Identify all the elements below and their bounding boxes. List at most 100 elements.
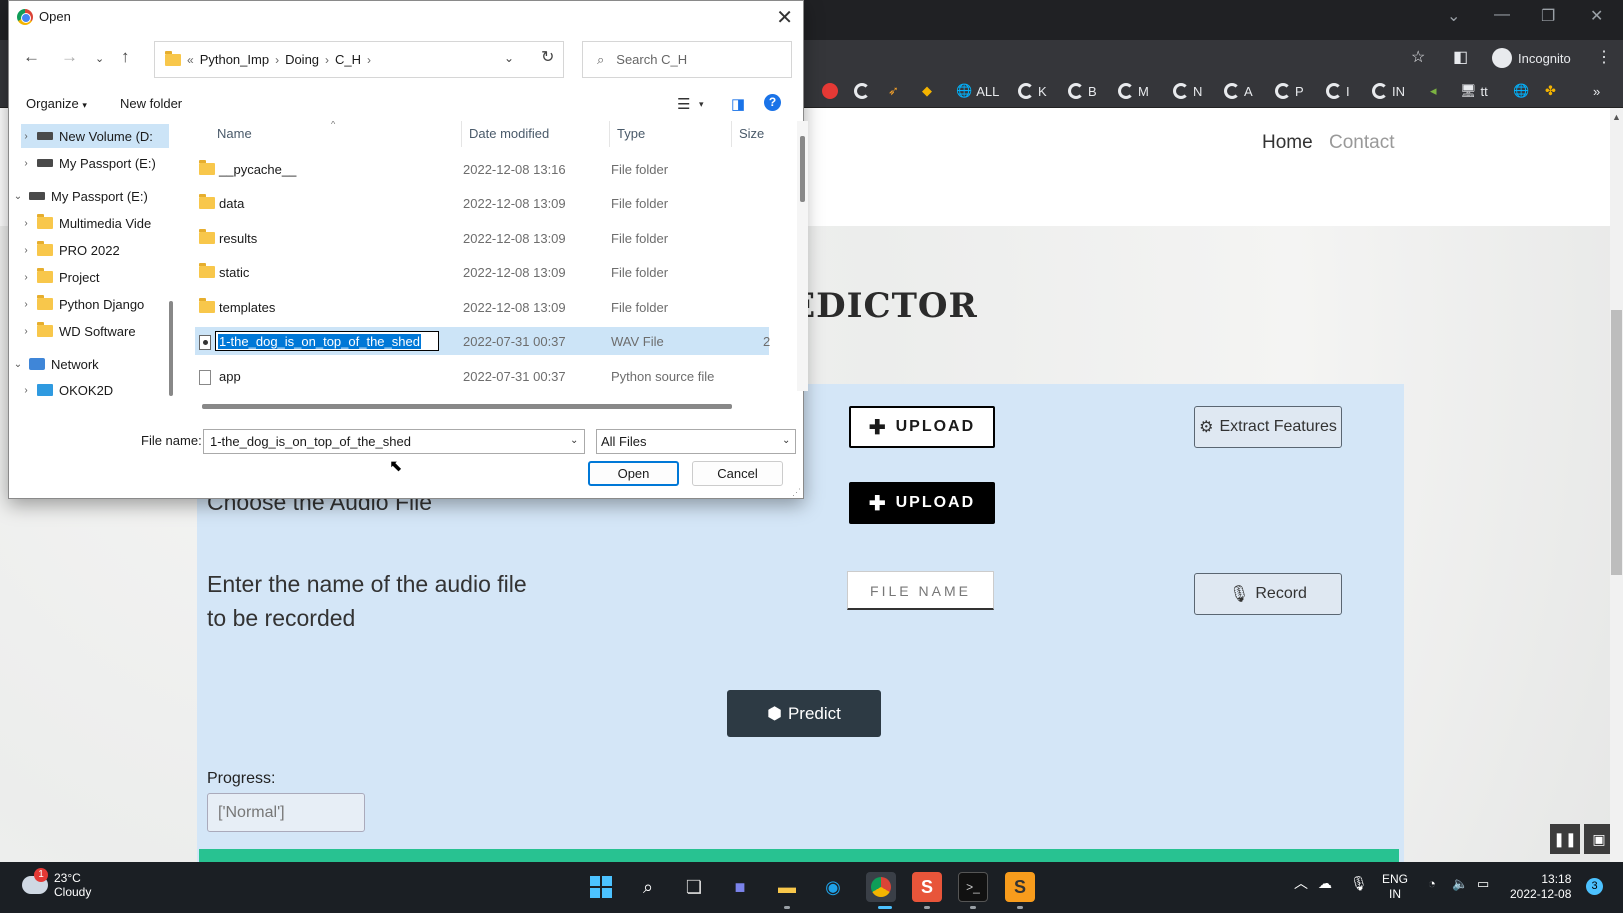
- file-row[interactable]: results 2022-12-08 13:09 File folder: [195, 224, 769, 252]
- edge-icon[interactable]: ◉: [818, 872, 848, 902]
- bookmark-all[interactable]: 🌐 ALL: [956, 80, 999, 102]
- rename-input[interactable]: 1-the_dog_is_on_top_of_the_shed: [215, 331, 439, 351]
- incognito-badge[interactable]: Incognito: [1486, 45, 1581, 71]
- chevron-right-icon[interactable]: ›: [21, 326, 31, 337]
- file-row[interactable]: __pycache__ 2022-12-08 13:16 File folder: [195, 155, 769, 183]
- sublime-merge-icon[interactable]: S: [912, 872, 942, 902]
- organize-button[interactable]: Organize ▾: [26, 96, 87, 111]
- chevron-down-icon[interactable]: ⌄: [13, 191, 23, 202]
- wifi-icon[interactable]: ◔: [1428, 876, 1436, 891]
- sublime-text-icon[interactable]: S: [1005, 872, 1035, 902]
- preview-pane-icon[interactable]: ◨: [731, 95, 745, 113]
- close-window-icon[interactable]: ✕: [1590, 6, 1603, 26]
- file-row[interactable]: data 2022-12-08 13:09 File folder: [195, 189, 769, 217]
- tree-item-wd-software[interactable]: › WD Software: [21, 319, 136, 343]
- chevron-right-icon[interactable]: ›: [21, 131, 31, 142]
- recent-locations-icon[interactable]: ⌄: [95, 52, 104, 65]
- open-button[interactable]: Open: [588, 461, 679, 486]
- up-arrow-icon[interactable]: ↑: [121, 47, 130, 67]
- chevron-down-icon[interactable]: ⌄: [504, 51, 514, 65]
- chevron-right-icon[interactable]: ›: [21, 245, 31, 256]
- nav-contact-link[interactable]: Contact: [1329, 132, 1394, 154]
- picture-in-picture-icon[interactable]: ▣: [1584, 824, 1610, 854]
- breadcrumb-overflow[interactable]: «: [187, 53, 194, 67]
- bookmark-arrow[interactable]: ➶: [888, 80, 899, 102]
- battery-icon[interactable]: ▭: [1477, 876, 1489, 891]
- cancel-button[interactable]: Cancel: [692, 461, 783, 486]
- chevron-right-icon[interactable]: ›: [21, 158, 31, 169]
- breadcrumb-item[interactable]: Python_Imp: [200, 52, 269, 67]
- bookmark-a[interactable]: A: [1224, 80, 1253, 102]
- tree-item-pro-2022[interactable]: › PRO 2022: [21, 238, 120, 262]
- weather-widget[interactable]: 1 23°C Cloudy: [22, 868, 91, 899]
- chevron-right-icon[interactable]: ›: [21, 272, 31, 283]
- column-header-date[interactable]: Date modified: [469, 126, 549, 141]
- navigation-scrollbar[interactable]: [169, 301, 173, 396]
- onedrive-icon[interactable]: ☁: [1318, 876, 1332, 891]
- tree-item-network[interactable]: ⌄ Network: [13, 352, 99, 376]
- show-hidden-icons-icon[interactable]: ︿: [1294, 876, 1308, 891]
- nav-home-link[interactable]: Home: [1262, 132, 1313, 154]
- caret-down-icon[interactable]: ▾: [699, 99, 704, 110]
- forward-arrow-icon[interactable]: →: [61, 47, 78, 67]
- column-header-size[interactable]: Size: [739, 126, 764, 141]
- record-button[interactable]: 🎙 Record: [1194, 573, 1342, 615]
- task-view-icon[interactable]: ❏: [679, 872, 709, 902]
- chevron-right-icon[interactable]: ›: [21, 218, 31, 229]
- chevron-down-icon[interactable]: ⌄: [570, 435, 578, 446]
- clock[interactable]: 13:18 2022-12-08: [1510, 872, 1571, 902]
- tree-item-multimedia[interactable]: › Multimedia Vide: [21, 211, 151, 235]
- chevron-down-icon[interactable]: ⌄: [782, 435, 790, 446]
- bookmark-n[interactable]: N: [1173, 80, 1202, 102]
- breadcrumb-item[interactable]: C_H: [335, 52, 361, 67]
- scroll-up-icon[interactable]: ▲: [1612, 112, 1621, 122]
- chevron-right-icon[interactable]: ›: [275, 53, 279, 67]
- column-divider[interactable]: [731, 121, 732, 147]
- tree-item-my-passport[interactable]: › My Passport (E:): [21, 151, 155, 175]
- tree-item-my-passport-expanded[interactable]: ⌄ My Passport (E:): [13, 184, 148, 208]
- file-type-select[interactable]: All Files: [596, 429, 796, 454]
- teams-chat-icon[interactable]: ■: [725, 872, 755, 902]
- refresh-icon[interactable]: ↻: [541, 47, 554, 67]
- microphone-icon[interactable]: 🎙: [1350, 876, 1368, 891]
- column-header-type[interactable]: Type: [617, 126, 645, 141]
- column-divider[interactable]: [461, 121, 462, 147]
- bookmark-ya[interactable]: [822, 80, 838, 102]
- page-scrollbar-thumb[interactable]: [1611, 310, 1622, 575]
- column-header-name[interactable]: Name: [217, 126, 252, 141]
- record-filename-input[interactable]: FILE NAME: [847, 571, 994, 610]
- file-name-field[interactable]: 1-the_dog_is_on_top_of_the_shed: [203, 429, 585, 454]
- pause-icon[interactable]: ❚❚: [1550, 824, 1580, 854]
- chevron-right-icon[interactable]: ›: [325, 53, 329, 67]
- bookmark-i[interactable]: I: [1326, 80, 1350, 102]
- extract-features-button[interactable]: ⚙ Extract Features: [1194, 406, 1342, 448]
- kebab-menu-icon[interactable]: ⋮: [1596, 47, 1612, 67]
- minimize-icon[interactable]: —: [1494, 6, 1510, 24]
- column-divider[interactable]: [609, 121, 610, 147]
- tree-item-project[interactable]: › Project: [21, 265, 99, 289]
- predict-button[interactable]: ⬢ Predict: [727, 690, 881, 737]
- file-list-hscroll-thumb[interactable]: [202, 404, 732, 409]
- file-explorer-icon[interactable]: ▬: [772, 872, 802, 902]
- tree-item-okok2d[interactable]: › OKOK2D: [21, 378, 113, 396]
- bookmark-m[interactable]: M: [1118, 80, 1149, 102]
- view-options-icon[interactable]: ☰: [677, 95, 690, 113]
- back-arrow-icon[interactable]: ←: [23, 47, 40, 67]
- restore-icon[interactable]: ❐: [1541, 6, 1555, 26]
- tab-search-icon[interactable]: ⌄: [1447, 6, 1460, 26]
- file-row[interactable]: app 2022-07-31 00:37 Python source file: [195, 362, 769, 390]
- bookmark-g[interactable]: [854, 80, 870, 102]
- notification-count[interactable]: 3: [1586, 878, 1603, 895]
- chevron-right-icon[interactable]: ›: [367, 53, 371, 67]
- file-row[interactable]: static 2022-12-08 13:09 File folder: [195, 258, 769, 286]
- chevron-down-icon[interactable]: ⌄: [13, 359, 23, 370]
- chrome-taskbar-icon[interactable]: [866, 872, 896, 902]
- bookmark-audio[interactable]: ◂: [1430, 80, 1437, 102]
- windows-start-icon[interactable]: [586, 872, 616, 902]
- tree-item-python-django[interactable]: › Python Django: [21, 292, 144, 316]
- chevron-right-icon[interactable]: ›: [21, 385, 31, 396]
- file-row[interactable]: templates 2022-12-08 13:09 File folder: [195, 293, 769, 321]
- breadcrumb-item[interactable]: Doing: [285, 52, 319, 67]
- search-icon[interactable]: ⌕: [633, 872, 663, 902]
- close-icon[interactable]: ✕: [776, 5, 793, 30]
